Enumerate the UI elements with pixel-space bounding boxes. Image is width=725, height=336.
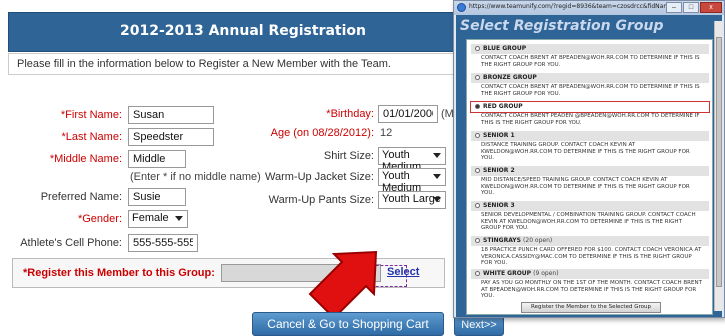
- group-desc-white: PAY AS YOU GO MONTHLY ON THE 1ST OF THE …: [481, 280, 702, 299]
- cancel-shopping-cart-button[interactable]: Cancel & Go to Shopping Cart: [252, 312, 444, 336]
- group-label: *Register this Member to this Group:: [23, 267, 215, 279]
- group-item-white[interactable]: WHITE GROUP (9 open): [471, 269, 709, 279]
- radio-selected-icon[interactable]: [475, 104, 480, 109]
- chevron-down-icon: [433, 174, 441, 179]
- jacket-size-label: Warm-Up Jacket Size:: [264, 171, 374, 183]
- popup-titlebar[interactable]: https://www.teamunify.com/?regid=8936&te…: [454, 1, 724, 15]
- shirt-size-label: Shirt Size:: [323, 150, 374, 162]
- popup-url: https://www.teamunify.com/?regid=8936&te…: [469, 3, 679, 10]
- radio-icon[interactable]: [475, 271, 480, 276]
- age-value: 12: [380, 127, 393, 139]
- preferred-name-input[interactable]: [128, 188, 186, 206]
- chevron-down-icon: [433, 153, 441, 158]
- middle-name-label: *Middle Name:: [49, 153, 122, 165]
- first-name-input[interactable]: [128, 106, 214, 124]
- last-name-label: *Last Name:: [61, 131, 122, 143]
- radio-icon[interactable]: [475, 168, 480, 173]
- radio-icon[interactable]: [475, 133, 480, 138]
- group-desc-senior-3: SENIOR DEVELOPMENTAL / COMBINATION TRAIN…: [481, 212, 696, 231]
- jacket-size-select[interactable]: Youth Medium: [378, 168, 446, 194]
- minimize-button[interactable]: –: [666, 2, 682, 13]
- group-item-senior-1[interactable]: SENIOR 1: [471, 131, 709, 141]
- group-item-red[interactable]: RED GROUP: [470, 101, 710, 113]
- browser-icon: [457, 3, 466, 12]
- group-list: BLUE GROUP CONTACT COACH BRENT AT BPEADE…: [466, 39, 713, 315]
- group-desc-senior-2: MID DISTANCE/SPEED TRAINING GROUP. CONTA…: [481, 177, 690, 196]
- gender-select-value: Female: [132, 212, 169, 224]
- group-item-blue[interactable]: BLUE GROUP: [471, 44, 709, 54]
- instructions-text: Please fill in the information below to …: [8, 53, 478, 75]
- cell-phone-label: Athlete's Cell Phone:: [20, 237, 122, 249]
- middle-name-hint: (Enter * if no middle name): [130, 171, 261, 183]
- first-name-label: *First Name:: [60, 109, 122, 121]
- popup-heading: Select Registration Group: [460, 18, 664, 34]
- birthday-input[interactable]: [378, 105, 438, 123]
- radio-icon[interactable]: [475, 46, 480, 51]
- title-bar: 2012-2013 Annual Registration: [8, 12, 478, 52]
- age-label: Age (on 08/28/2012):: [270, 127, 374, 139]
- middle-name-input[interactable]: [128, 150, 186, 168]
- chevron-down-icon: [433, 197, 441, 202]
- shirt-size-select[interactable]: Youth Medium: [378, 147, 446, 173]
- group-item-senior-2[interactable]: SENIOR 2: [471, 166, 709, 176]
- register-to-group-button[interactable]: Register the Member to the Selected Grou…: [521, 302, 661, 313]
- gender-select[interactable]: Female: [128, 210, 188, 228]
- chevron-down-icon: [175, 216, 183, 221]
- popup-scrollbar[interactable]: [714, 21, 722, 311]
- radio-icon[interactable]: [475, 75, 480, 80]
- preferred-name-label: Preferred Name:: [40, 191, 122, 203]
- maximize-button[interactable]: □: [683, 2, 699, 13]
- group-desc-red: CONTACT COACH BRENT PEADEN @BPEADEN@WOH.…: [481, 113, 700, 126]
- group-item-bronze[interactable]: BRONZE GROUP: [471, 73, 709, 83]
- birthday-label: *Birthday:: [326, 108, 374, 120]
- last-name-input[interactable]: [128, 128, 214, 146]
- group-item-stingrays[interactable]: STINGRAYS (20 open): [471, 236, 709, 246]
- group-desc-blue: CONTACT COACH BRENT AT BPEADEN@WOH.RR.CO…: [481, 55, 700, 68]
- pants-size-label: Warm-Up Pants Size:: [268, 194, 374, 206]
- group-desc-bronze: CONTACT COACH BRENT AT BPEADEN@WOH.RR.CO…: [481, 84, 700, 97]
- radio-icon[interactable]: [475, 238, 480, 243]
- group-item-senior-3[interactable]: SENIOR 3: [471, 201, 709, 211]
- select-group-popup: https://www.teamunify.com/?regid=8936&te…: [453, 0, 725, 318]
- popup-content: Select Registration Group BLUE GROUP CON…: [456, 15, 722, 317]
- pants-size-select[interactable]: Youth Large: [378, 191, 446, 209]
- group-desc-stingrays: 18 PRACTICE PUNCH CARD OFFERED FOR $100.…: [481, 247, 702, 266]
- close-button[interactable]: x: [700, 2, 722, 13]
- radio-icon[interactable]: [475, 203, 480, 208]
- page-title: 2012-2013 Annual Registration: [119, 23, 367, 39]
- gender-label: *Gender:: [77, 213, 122, 225]
- group-desc-senior-1: DISTANCE TRAINING GROUP. CONTACT COACH K…: [481, 142, 690, 161]
- cell-phone-input[interactable]: [128, 234, 198, 252]
- scrollbar-thumb[interactable]: [716, 37, 722, 287]
